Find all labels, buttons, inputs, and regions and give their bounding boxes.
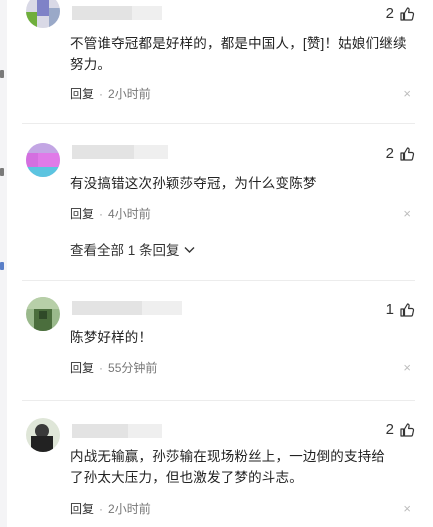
avatar[interactable] bbox=[26, 143, 60, 177]
thumbs-up-icon bbox=[399, 302, 415, 318]
username-blurred[interactable] bbox=[72, 6, 162, 20]
like-button[interactable]: 1 bbox=[386, 301, 415, 318]
divider bbox=[22, 280, 415, 281]
comment-text: 有没搞错这次孙颖莎夺冠，为什么变陈梦 bbox=[70, 176, 317, 191]
avatar[interactable] bbox=[26, 418, 60, 452]
close-icon[interactable]: × bbox=[403, 361, 411, 374]
separator-dot: · bbox=[99, 501, 104, 516]
separator-dot: · bbox=[99, 206, 104, 221]
comment-text: 陈梦好样的！ bbox=[70, 330, 153, 345]
left-edge-mark bbox=[0, 70, 4, 78]
like-count: 1 bbox=[385, 301, 394, 318]
thumbs-up-icon bbox=[399, 422, 415, 438]
separator-dot: · bbox=[99, 86, 104, 101]
thumbs-up-icon bbox=[399, 6, 415, 22]
like-button[interactable]: 2 bbox=[386, 421, 415, 438]
comment-text-line: 了孙太大压力，但也激发了梦的斗志。 bbox=[70, 470, 303, 485]
view-all-replies-label: 查看全部 1 条回复 bbox=[70, 243, 180, 258]
comment-item: 2 内战无输赢，孙莎输在现场粉丝上，一边倒的支持给 了孙太大压力，但也激发了梦的… bbox=[22, 415, 433, 527]
like-count: 2 bbox=[385, 145, 394, 162]
left-edge-mark bbox=[0, 262, 4, 270]
like-count: 2 bbox=[385, 5, 394, 22]
separator-dot: · bbox=[99, 360, 104, 375]
view-all-replies-link[interactable]: 查看全部 1 条回复 bbox=[70, 239, 195, 259]
reply-button[interactable]: 回复 bbox=[70, 205, 94, 222]
comment-time: 2小时前 bbox=[108, 502, 151, 516]
reply-button[interactable]: 回复 bbox=[70, 500, 94, 517]
divider bbox=[22, 123, 415, 124]
comment-text-line: 内战无输赢，孙莎输在现场粉丝上，一边倒的支持给 bbox=[70, 449, 386, 464]
comment-text: 内战无输赢，孙莎输在现场粉丝上，一边倒的支持给 了孙太大压力，但也激发了梦的斗志… bbox=[70, 446, 415, 488]
close-icon[interactable]: × bbox=[403, 502, 411, 515]
reply-button[interactable]: 回复 bbox=[70, 359, 94, 376]
comment-time: 2小时前 bbox=[108, 87, 151, 101]
comment-text: 不管谁夺冠都是好样的，都是中国人，[赞]！姑娘们继续努力。 bbox=[70, 36, 407, 72]
close-icon[interactable]: × bbox=[403, 87, 411, 100]
comment-item: 1 陈梦好样的！ 回复 · 55分钟前 × bbox=[22, 295, 433, 405]
like-button[interactable]: 2 bbox=[386, 145, 415, 162]
chevron-down-icon bbox=[184, 242, 195, 257]
like-count: 2 bbox=[385, 421, 394, 438]
avatar[interactable] bbox=[26, 0, 60, 28]
username-blurred[interactable] bbox=[72, 145, 168, 159]
username-blurred[interactable] bbox=[72, 424, 162, 438]
avatar[interactable] bbox=[26, 297, 60, 331]
close-icon[interactable]: × bbox=[403, 207, 411, 220]
divider bbox=[22, 400, 415, 401]
username-blurred[interactable] bbox=[72, 301, 182, 315]
left-edge-mark bbox=[0, 168, 4, 176]
comment-item: 2 不管谁夺冠都是好样的，都是中国人，[赞]！姑娘们继续努力。 回复 · 2小时… bbox=[22, 0, 433, 120]
comment-time: 55分钟前 bbox=[108, 361, 158, 375]
comment-time: 4小时前 bbox=[108, 207, 151, 221]
like-button[interactable]: 2 bbox=[386, 5, 415, 22]
thumbs-up-icon bbox=[399, 146, 415, 162]
reply-button[interactable]: 回复 bbox=[70, 85, 94, 102]
comment-item: 2 有没搞错这次孙颖莎夺冠，为什么变陈梦 回复 · 4小时前 × bbox=[22, 140, 433, 280]
